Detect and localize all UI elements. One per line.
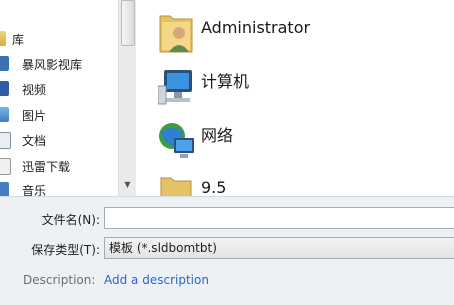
network-icon [159, 123, 194, 158]
nav-item-music[interactable]: 音乐 [0, 179, 118, 196]
scroll-down-arrow-icon[interactable]: ▼ [119, 178, 136, 192]
description-label: Description: [23, 273, 96, 287]
filename-input[interactable] [104, 207, 454, 229]
navigation-pane: 库 暴风影视库 视频 图片 文档 迅雷下载 音乐 [0, 0, 118, 196]
user-folder-icon [159, 15, 193, 53]
library-icon [0, 31, 6, 46]
scrollbar-thumb[interactable] [121, 0, 135, 46]
filetype-label: 保存类型(T): [31, 243, 100, 257]
add-description-link[interactable]: Add a description [104, 273, 209, 287]
list-item-network[interactable]: 网络 [136, 114, 454, 164]
save-options-panel: 文件名(N): 保存类型(T): 模板 (*.sldbomtbt) Descri… [0, 196, 454, 305]
nav-item-storm-video-library[interactable]: 暴风影视库 [0, 53, 118, 75]
music-folder-icon [0, 182, 9, 196]
nav-item-documents[interactable]: 文档 [0, 129, 118, 151]
nav-item-library[interactable]: 库 [0, 28, 118, 50]
folder-icon [160, 177, 192, 196]
file-list-pane: Administrator 计算机 网络 9.5 [136, 0, 454, 196]
list-item-computer[interactable]: 计算机 [136, 62, 454, 112]
documents-folder-icon [0, 132, 11, 149]
download-folder-icon [0, 158, 11, 175]
list-item-folder-9-5[interactable]: 9.5 [136, 168, 454, 196]
video-folder-icon [0, 81, 9, 96]
nav-item-videos[interactable]: 视频 [0, 78, 118, 100]
filetype-selected-value: 模板 (*.sldbomtbt) [109, 241, 217, 255]
nav-item-thunder-downloads[interactable]: 迅雷下载 [0, 155, 118, 177]
video-library-icon [0, 56, 9, 71]
filename-label: 文件名(N): [41, 213, 100, 227]
filetype-select[interactable]: 模板 (*.sldbomtbt) [104, 237, 454, 259]
pictures-folder-icon [0, 107, 9, 122]
nav-item-pictures[interactable]: 图片 [0, 104, 118, 126]
nav-scrollbar[interactable]: ▼ [118, 0, 136, 196]
list-item-administrator[interactable]: Administrator [136, 6, 454, 56]
computer-icon [158, 70, 192, 105]
